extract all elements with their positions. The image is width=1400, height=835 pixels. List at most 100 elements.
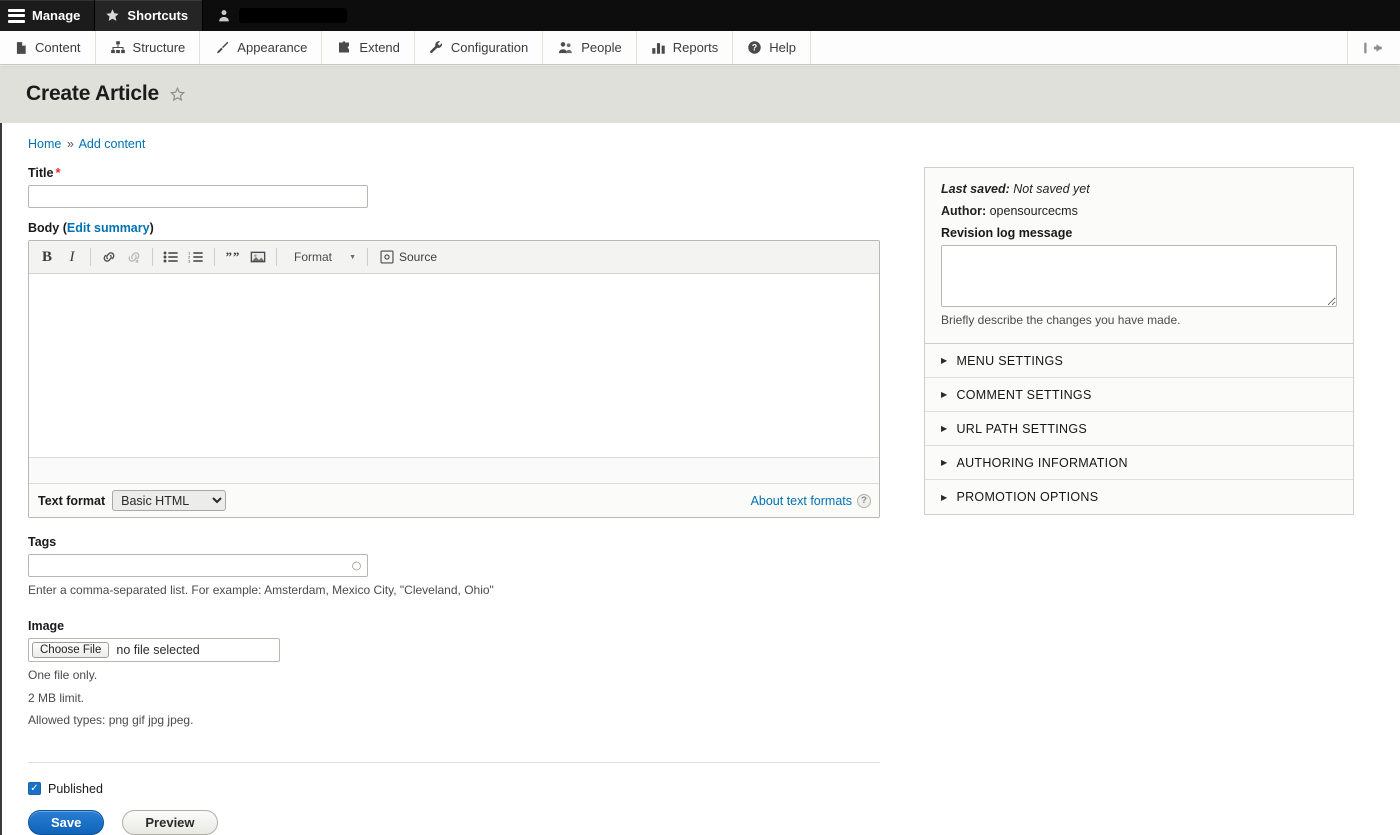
about-text-formats-link[interactable]: About text formats <box>751 494 852 508</box>
preview-button[interactable]: Preview <box>122 809 218 835</box>
accordion-label: COMMENT SETTINGS <box>956 387 1092 402</box>
toolbar-orientation-toggle[interactable] <box>1348 31 1400 64</box>
toolbar-tab-manage-label: Manage <box>32 8 81 23</box>
triangle-right-icon: ▶ <box>941 492 948 502</box>
image-file-input[interactable]: Choose File no file selected <box>28 638 280 663</box>
required-marker: * <box>55 165 61 180</box>
breadcrumb-add-content-link[interactable]: Add content <box>79 137 146 151</box>
admin-menu-label: Appearance <box>237 40 308 55</box>
svg-text:?: ? <box>752 43 757 53</box>
title-input[interactable] <box>28 185 368 208</box>
author-line: Author: opensourcecms <box>941 204 1337 218</box>
field-title: Title * <box>28 165 902 208</box>
link-icon[interactable] <box>97 246 121 269</box>
edit-summary-link[interactable]: Edit summary <box>67 221 150 235</box>
admin-menu-item-reports[interactable]: Reports <box>637 31 734 64</box>
last-saved-value: Not saved yet <box>1013 182 1090 196</box>
admin-menu-label: Structure <box>132 40 186 55</box>
title-label: Title * <box>28 165 902 180</box>
admin-menu: Content Structure Appearance Extend Conf… <box>0 31 1400 65</box>
admin-toolbar-bar: Manage Shortcuts <box>0 0 1400 31</box>
triangle-right-icon: ▶ <box>941 390 948 400</box>
puzzle-piece-icon <box>336 40 352 55</box>
tags-description: Enter a comma-separated list. For exampl… <box>28 583 494 597</box>
image-description-2: 2 MB limit. <box>28 690 85 705</box>
admin-menu-item-people[interactable]: People <box>543 31 637 64</box>
accordion-item-url-path-settings[interactable]: ▶ URL PATH SETTINGS <box>925 412 1353 447</box>
editor-status-bar <box>29 457 879 483</box>
star-outline-icon[interactable] <box>169 86 186 103</box>
file-status-text: no file selected <box>116 643 200 658</box>
accordion-label: URL PATH SETTINGS <box>956 421 1088 436</box>
save-button[interactable]: Save <box>28 809 105 835</box>
revision-log-textarea[interactable] <box>941 245 1337 307</box>
question-circle-icon[interactable]: ? <box>857 493 871 508</box>
toolbar-separator <box>214 248 215 266</box>
breadcrumb: Home » Add content <box>2 123 1400 151</box>
sidebar: Last saved: Not saved yet Author: openso… <box>902 151 1382 516</box>
body-editor: B I 123 ” ” Format ▼ Source Text format … <box>28 240 880 518</box>
text-format-right: About text formats ? <box>751 493 871 508</box>
accordion-item-authoring-information[interactable]: ▶ AUTHORING INFORMATION <box>925 446 1353 481</box>
autocomplete-throbber-icon <box>352 561 361 570</box>
toolbar-separator <box>90 248 91 266</box>
published-checkbox[interactable]: ✓ <box>28 782 41 796</box>
admin-menu-item-appearance[interactable]: Appearance <box>200 31 323 64</box>
toolbar-separator <box>276 248 277 266</box>
svg-text:3: 3 <box>188 258 191 263</box>
svg-text:”: ” <box>233 250 239 264</box>
triangle-right-icon: ▶ <box>941 356 948 366</box>
page-frame: Home » Add content Title * Body (Edit sum… <box>0 123 1400 835</box>
admin-menu-label: Help <box>769 40 796 55</box>
toolbar-tab-user[interactable] <box>203 0 360 31</box>
admin-menu-item-content[interactable]: Content <box>0 31 96 64</box>
admin-menu-item-extend[interactable]: Extend <box>322 31 415 64</box>
accordion-label: PROMOTION OPTIONS <box>956 490 1099 505</box>
admin-menu-item-configuration[interactable]: Configuration <box>415 31 544 64</box>
blockquote-icon[interactable]: ”” <box>221 246 245 269</box>
form-actions: Save Preview <box>28 809 902 835</box>
numbered-list-icon[interactable]: 123 <box>184 246 208 269</box>
text-format-bar: Text format Basic HTML About text format… <box>29 483 879 517</box>
question-circle-icon: ? <box>747 40 762 55</box>
toolbar-tab-shortcuts[interactable]: Shortcuts <box>95 0 204 31</box>
published-label: Published <box>48 781 103 796</box>
toolbar-tab-shortcuts-label: Shortcuts <box>127 8 189 23</box>
image-icon[interactable] <box>246 246 270 269</box>
content-row: Title * Body (Edit summary) B I 1 2 3 ” … <box>2 151 1400 835</box>
admin-menu-label: Content <box>35 40 81 55</box>
choose-file-button[interactable]: Choose File <box>32 642 110 659</box>
sitemap-icon <box>110 40 126 55</box>
image-description-3: Allowed types: png gif jpg jpeg. <box>28 713 194 728</box>
admin-menu-spacer <box>811 31 1348 64</box>
accordion-item-promotion-options[interactable]: ▶ PROMOTION OPTIONS <box>925 480 1353 515</box>
user-avatar-icon <box>217 8 231 23</box>
format-dropdown[interactable]: Format ▼ <box>287 246 361 268</box>
source-button-label: Source <box>399 250 438 264</box>
admin-menu-item-structure[interactable]: Structure <box>96 31 201 64</box>
last-saved-line: Last saved: Not saved yet <box>941 182 1337 196</box>
admin-menu-label: Extend <box>359 40 400 55</box>
toolbar-user-name <box>239 8 348 23</box>
source-code-icon <box>380 250 394 264</box>
unlink-icon <box>122 246 146 269</box>
accordion-item-comment-settings[interactable]: ▶ COMMENT SETTINGS <box>925 378 1353 413</box>
toolbar-tab-manage[interactable]: Manage <box>0 0 96 31</box>
published-row: ✓ Published <box>28 782 902 796</box>
form-divider <box>28 761 880 763</box>
breadcrumb-home-link[interactable]: Home <box>28 137 61 151</box>
source-button[interactable]: Source <box>374 246 443 268</box>
title-label-text: Title <box>28 166 54 180</box>
format-dropdown-label: Format <box>294 250 333 264</box>
bulleted-list-icon[interactable] <box>159 246 183 269</box>
bold-button[interactable]: B <box>35 246 59 269</box>
italic-button[interactable]: I <box>60 246 84 269</box>
admin-menu-item-help[interactable]: ? Help <box>733 31 811 64</box>
chevron-down-icon: ▼ <box>349 253 356 261</box>
text-format-select[interactable]: Basic HTML <box>112 490 227 511</box>
toolbar-separator <box>152 248 153 266</box>
tags-input[interactable] <box>28 554 368 577</box>
body-editor-canvas[interactable] <box>29 274 879 457</box>
accordion-item-menu-settings[interactable]: ▶ MENU SETTINGS <box>925 344 1353 379</box>
accordion-label: MENU SETTINGS <box>956 353 1064 368</box>
